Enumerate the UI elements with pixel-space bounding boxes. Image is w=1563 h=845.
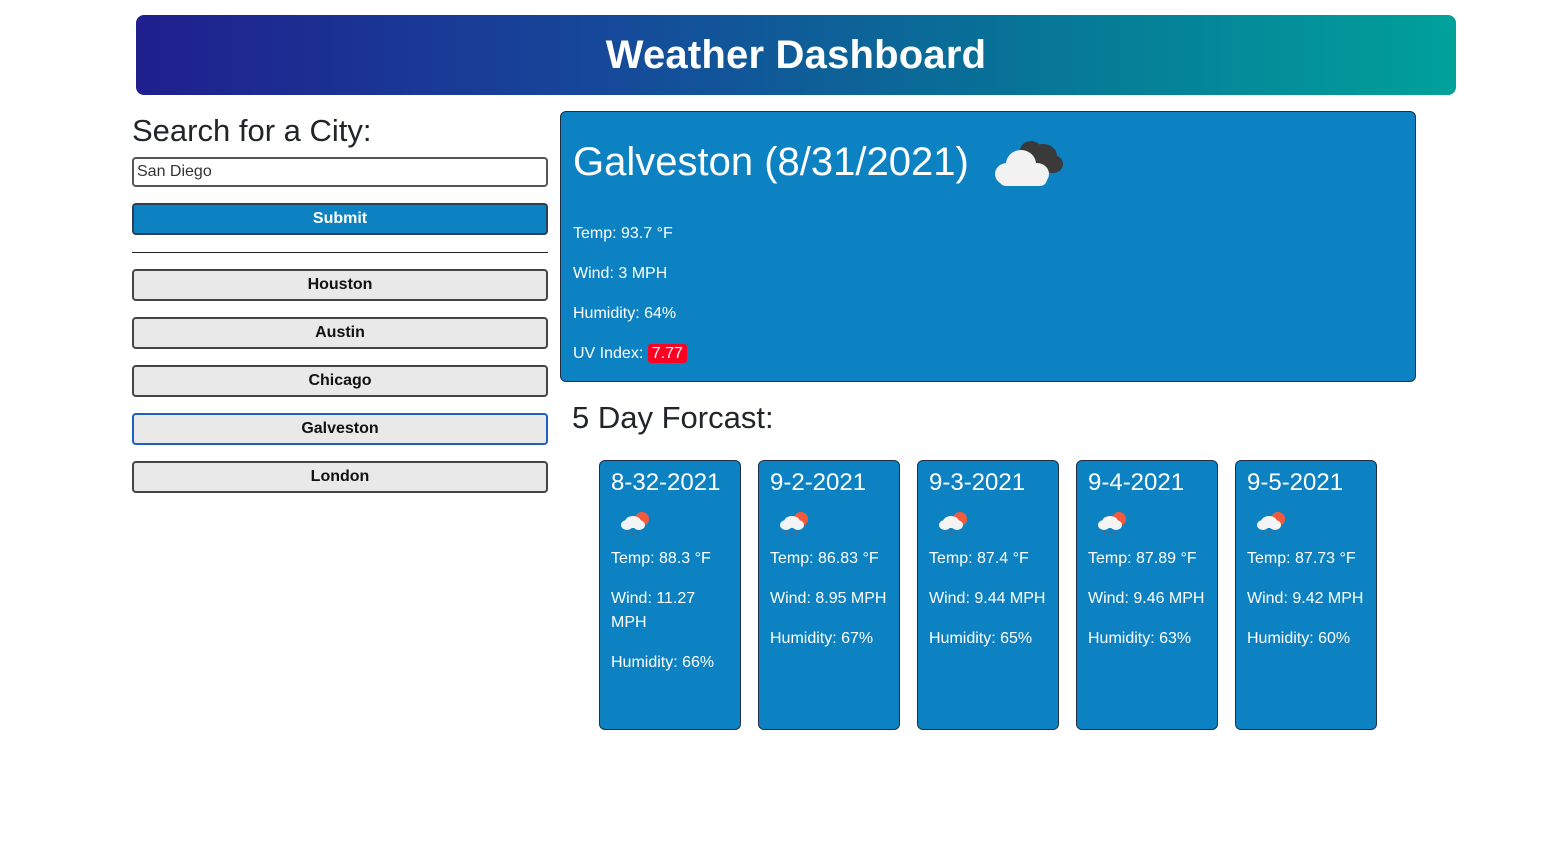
- forecast-date: 8-32-2021: [611, 469, 721, 496]
- current-weather-header: Galveston (8/31/2021): [573, 134, 1067, 190]
- forecast-temp: Temp: 87.89 °F: [1088, 550, 1197, 567]
- history-button-chicago[interactable]: Chicago: [132, 365, 548, 397]
- page-title: Weather Dashboard: [605, 32, 987, 77]
- history-button-houston[interactable]: Houston: [132, 269, 548, 301]
- search-sidebar: Search for a City: Submit Houston Austin…: [132, 112, 548, 509]
- forecast-temp: Temp: 86.83 °F: [770, 550, 879, 567]
- forecast-humidity: Humidity: 63%: [1088, 630, 1192, 647]
- forecast-humidity: Humidity: 67%: [770, 630, 874, 647]
- current-city-title: Galveston (8/31/2021): [573, 140, 969, 184]
- forecast-humidity: Humidity: 60%: [1247, 630, 1351, 647]
- forecast-temp: Temp: 88.3 °F: [611, 550, 711, 567]
- current-weather-card: Galveston (8/31/2021) Temp: 93.7 °F Wind…: [560, 111, 1416, 382]
- forecast-title: 5 Day Forcast:: [572, 400, 774, 435]
- forecast-date: 9-2-2021: [770, 469, 867, 496]
- uv-label: UV Index:: [573, 345, 644, 362]
- forecast-date: 9-3-2021: [929, 469, 1026, 496]
- forecast-list: 8-32-2021 Temp: 88.3 °F Wind: 11.27 MPH …: [599, 460, 1377, 730]
- forecast-temp: Temp: 87.73 °F: [1247, 550, 1356, 567]
- rain-sun-icon: [939, 512, 967, 536]
- history-button-london[interactable]: London: [132, 461, 548, 493]
- current-humidity: Humidity: 64%: [573, 305, 677, 322]
- forecast-humidity: Humidity: 66%: [611, 654, 715, 671]
- history-button-galveston[interactable]: Galveston: [132, 413, 548, 445]
- forecast-temp: Temp: 87.4 °F: [929, 550, 1029, 567]
- search-history: Houston Austin Chicago Galveston London: [132, 269, 548, 493]
- forecast-card: 8-32-2021 Temp: 88.3 °F Wind: 11.27 MPH …: [599, 460, 741, 730]
- rain-sun-icon: [780, 512, 808, 536]
- search-title: Search for a City:: [132, 113, 372, 148]
- city-search-input[interactable]: [132, 157, 548, 187]
- rain-sun-icon: [1257, 512, 1285, 536]
- current-temp: Temp: 93.7 °F: [573, 225, 673, 242]
- forecast-card: 9-5-2021 Temp: 87.73 °F Wind: 9.42 MPH H…: [1235, 460, 1377, 730]
- forecast-card: 9-4-2021 Temp: 87.89 °F Wind: 9.46 MPH H…: [1076, 460, 1218, 730]
- forecast-card: 9-3-2021 Temp: 87.4 °F Wind: 9.44 MPH Hu…: [917, 460, 1059, 730]
- forecast-wind: Wind: 9.44 MPH: [929, 590, 1046, 607]
- forecast-humidity: Humidity: 65%: [929, 630, 1033, 647]
- forecast-wind: Wind: 9.46 MPH: [1088, 590, 1205, 607]
- current-uv-row: UV Index: 7.77: [573, 344, 687, 364]
- forecast-card: 9-2-2021 Temp: 86.83 °F Wind: 8.95 MPH H…: [758, 460, 900, 730]
- cloudy-icon: [994, 141, 1063, 186]
- history-button-austin[interactable]: Austin: [132, 317, 548, 349]
- forecast-date: 9-4-2021: [1088, 469, 1185, 496]
- forecast-wind: Wind: 9.42 MPH: [1247, 590, 1364, 607]
- rain-sun-icon: [1098, 512, 1126, 536]
- forecast-date: 9-5-2021: [1247, 469, 1344, 496]
- current-wind: Wind: 3 MPH: [573, 265, 668, 282]
- rain-sun-icon: [621, 512, 649, 536]
- forecast-wind: Wind: 8.95 MPH: [770, 590, 887, 607]
- uv-index-badge: 7.77: [647, 344, 687, 363]
- forecast-wind: Wind: 11.27 MPH: [611, 590, 696, 631]
- divider: [132, 252, 548, 253]
- page-header: Weather Dashboard: [136, 15, 1456, 95]
- submit-button[interactable]: Submit: [132, 203, 548, 235]
